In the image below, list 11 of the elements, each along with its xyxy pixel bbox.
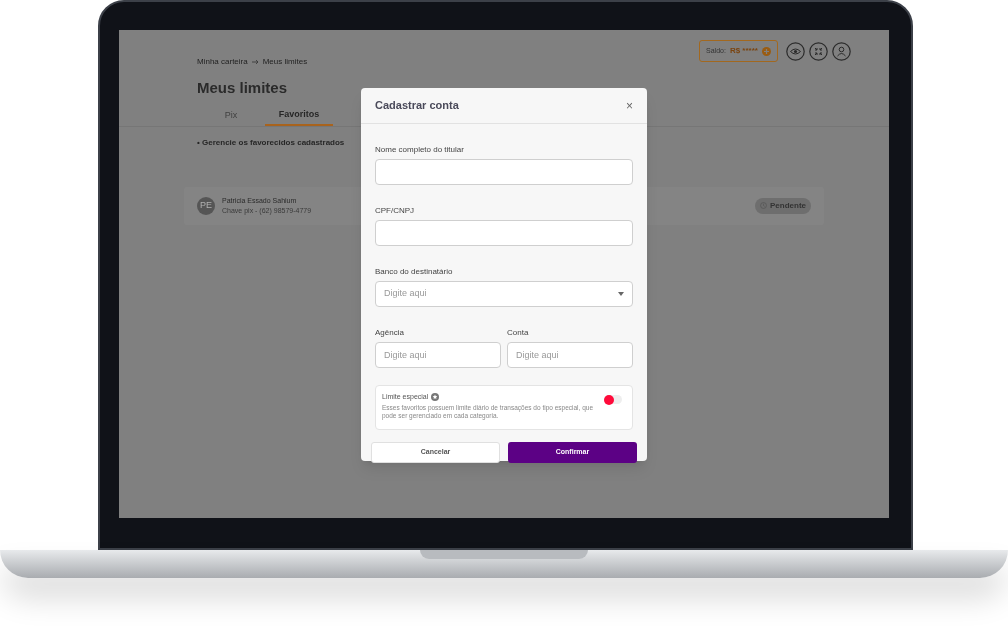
field-label: CPF/CNPJ xyxy=(375,205,416,216)
modal-title: Cadastrar conta xyxy=(375,98,459,114)
field-label: Banco do destinatário xyxy=(375,266,454,277)
section-note: • Gerencie os favorecidos cadastrados xyxy=(196,136,346,149)
status-label: Pendente xyxy=(770,199,806,212)
field-label: Conta xyxy=(507,327,530,338)
avatar: PE xyxy=(197,196,215,215)
field-label: Nome completo do titular xyxy=(375,144,465,155)
field-label: Agência xyxy=(375,327,405,338)
page-title: Meus limites xyxy=(196,78,289,98)
balance-value: R$ ***** xyxy=(729,45,758,57)
